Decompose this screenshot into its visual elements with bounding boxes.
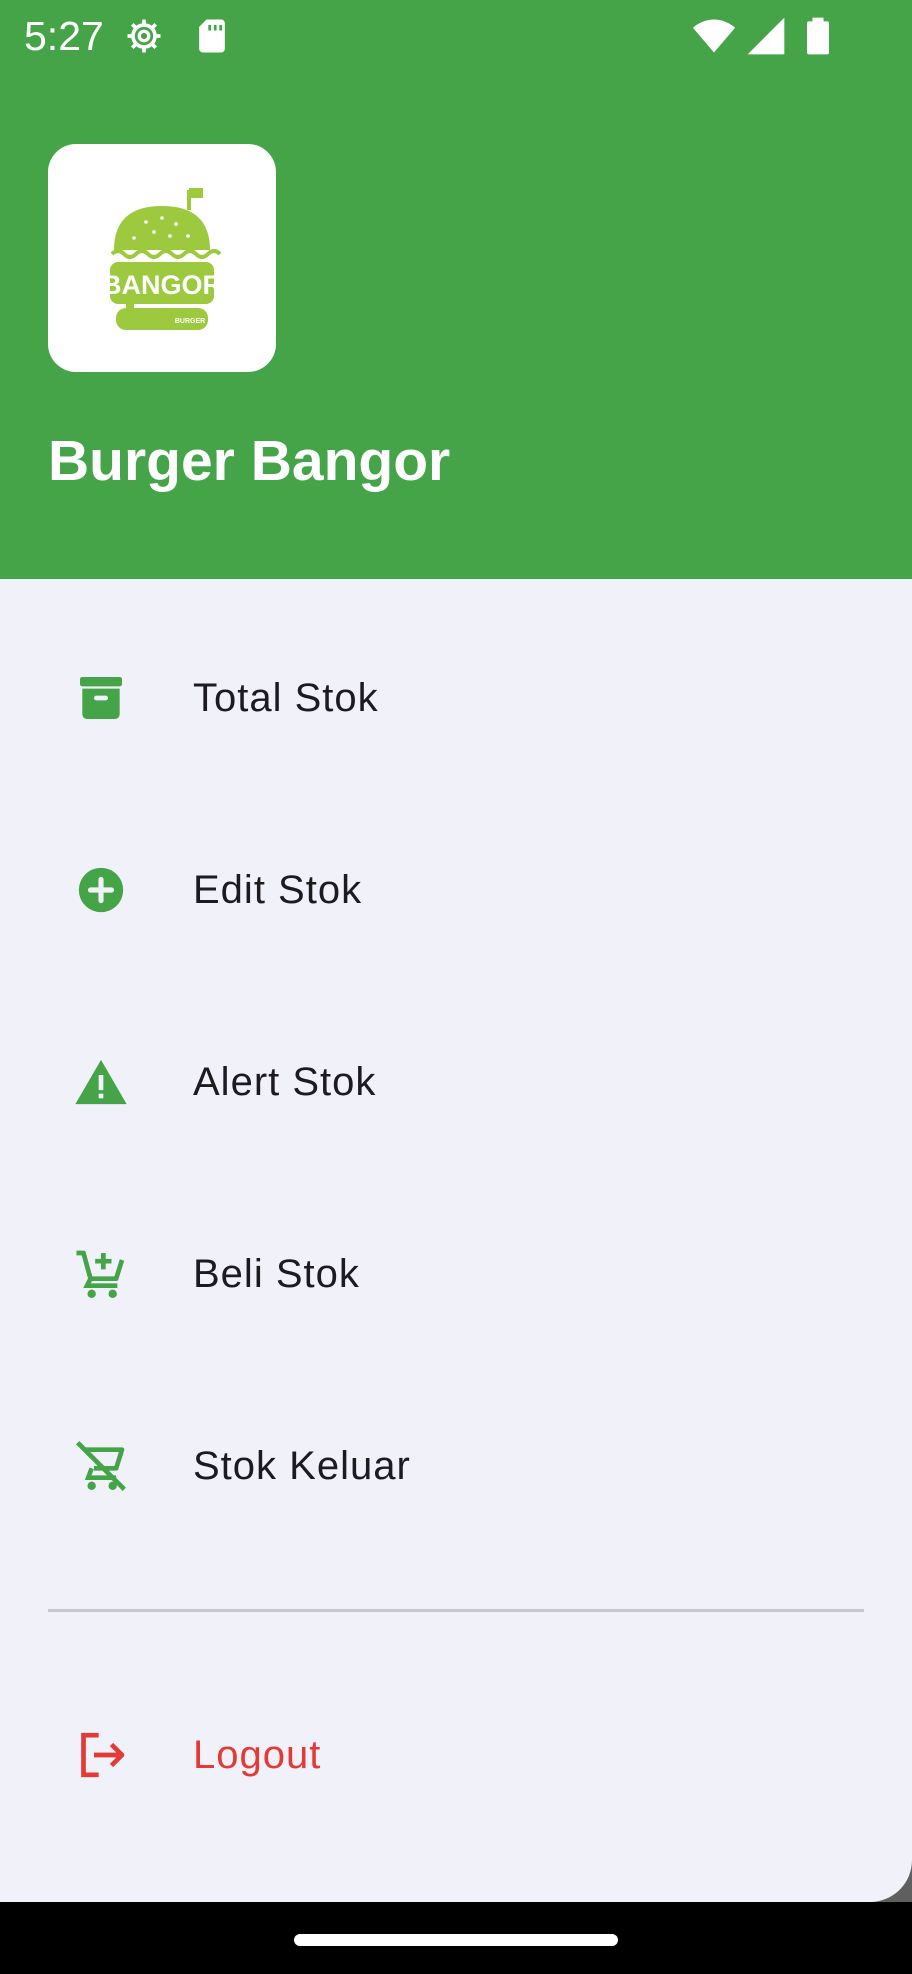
menu-item-alert-stok[interactable]: Alert Stok bbox=[0, 1007, 912, 1157]
menu-item-label: Total Stok bbox=[193, 676, 379, 720]
battery-icon bbox=[807, 17, 829, 55]
menu-item-stok-keluar[interactable]: Stok Keluar bbox=[0, 1391, 912, 1541]
menu-item-total-stok[interactable]: Total Stok bbox=[0, 623, 912, 773]
archive-box-icon bbox=[80, 677, 122, 719]
navigation-drawer: 5:27 BANGOR BURGER Burger Bangor Total S… bbox=[0, 0, 912, 1902]
menu-item-edit-stok[interactable]: Edit Stok bbox=[0, 815, 912, 965]
remove-cart-icon bbox=[76, 1441, 126, 1491]
drawer-header: 5:27 BANGOR BURGER Burger Bangor bbox=[0, 0, 912, 579]
menu-item-label: Beli Stok bbox=[193, 1252, 360, 1296]
home-gesture-handle[interactable] bbox=[294, 1934, 618, 1946]
logo-subtext: BURGER bbox=[175, 318, 205, 325]
logout-icon bbox=[81, 1732, 125, 1778]
bangor-burger-logo: BANGOR BURGER bbox=[102, 188, 222, 330]
app-title: Burger Bangor bbox=[48, 429, 451, 493]
menu-item-beli-stok[interactable]: Beli Stok bbox=[0, 1199, 912, 1349]
status-time: 5:27 bbox=[24, 13, 104, 59]
menu-divider bbox=[48, 1609, 864, 1612]
app-logo: BANGOR BURGER bbox=[48, 144, 276, 372]
menu-item-logout[interactable]: Logout bbox=[0, 1680, 912, 1830]
menu-item-label: Edit Stok bbox=[193, 868, 363, 912]
add-circle-icon bbox=[78, 867, 124, 913]
signal-icon bbox=[747, 17, 785, 55]
system-navigation-bar bbox=[0, 1902, 912, 1974]
sd-card-icon bbox=[199, 19, 225, 53]
add-cart-icon bbox=[76, 1250, 125, 1299]
menu-item-label: Alert Stok bbox=[193, 1060, 377, 1104]
menu-item-label: Stok Keluar bbox=[193, 1444, 411, 1488]
wifi-icon bbox=[692, 19, 736, 53]
warning-icon bbox=[75, 1059, 127, 1105]
status-bar: 5:27 bbox=[0, 0, 912, 72]
logout-label: Logout bbox=[193, 1733, 322, 1777]
logo-text: BANGOR bbox=[102, 270, 222, 300]
settings-icon bbox=[127, 19, 161, 53]
